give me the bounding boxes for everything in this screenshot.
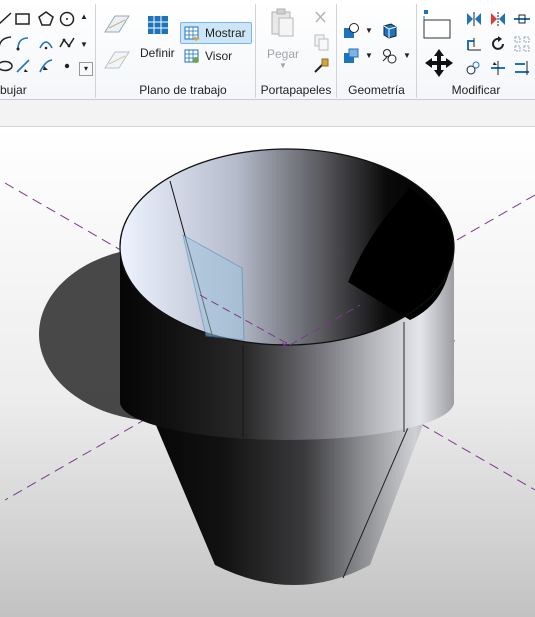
spline-icon[interactable] xyxy=(58,34,76,52)
panel-portapapeles: Pegar ▼ Portapapeles xyxy=(256,0,336,99)
pick-curve-icon[interactable] xyxy=(37,57,55,75)
pegar-dropdown[interactable]: ▼ xyxy=(279,61,287,70)
move-icon[interactable] xyxy=(424,48,454,78)
polygon-icon[interactable] xyxy=(37,10,55,28)
mostrar-label: Mostrar xyxy=(205,26,246,40)
panel-label-portapapeles: Portapapeles xyxy=(260,83,332,97)
point-icon[interactable] xyxy=(58,57,76,75)
pick-lines-icon[interactable] xyxy=(14,57,32,75)
cut-icon xyxy=(312,9,330,27)
definir-button[interactable]: Definir xyxy=(140,46,175,60)
ribbon: ▲ ▼ ▾ bujar Definir Mostrar Visor Plano … xyxy=(0,0,535,100)
gallery-expand[interactable]: ▾ xyxy=(79,62,93,76)
options-bar xyxy=(0,100,535,127)
set-workplane-icon[interactable] xyxy=(101,10,131,40)
rectangle-icon[interactable] xyxy=(14,10,32,28)
arc-center-icon[interactable] xyxy=(37,34,55,52)
rotate-icon[interactable] xyxy=(489,35,507,53)
origin-marker: × xyxy=(281,338,288,352)
split-face-dropdown[interactable]: ▼ xyxy=(403,51,411,60)
panel-modificar: Modificar xyxy=(417,0,535,99)
line-icon[interactable] xyxy=(0,10,14,28)
wall-joins-icon[interactable] xyxy=(381,22,399,40)
pegar-button[interactable]: Pegar xyxy=(267,47,299,61)
split-element-icon[interactable] xyxy=(489,59,507,77)
array-icon[interactable] xyxy=(513,35,531,53)
panel-plano-de-trabajo: Definir Mostrar Visor Plano de trabajo xyxy=(96,0,270,99)
copy-modify-icon[interactable] xyxy=(465,59,483,77)
panel-label-dibujar: bujar xyxy=(0,83,27,97)
paste-icon xyxy=(269,8,295,38)
mirror-pick-axis-icon[interactable] xyxy=(489,10,507,28)
arc-icon[interactable] xyxy=(0,34,14,52)
arc-tangent-icon[interactable] xyxy=(14,34,32,52)
3d-viewport[interactable]: × xyxy=(0,127,535,617)
gallery-scroll-up[interactable]: ▲ xyxy=(80,12,88,21)
definir-grid-icon[interactable] xyxy=(146,13,170,37)
cut-geometry-icon[interactable] xyxy=(342,22,360,40)
split-face-icon[interactable] xyxy=(381,47,399,65)
ellipse-icon[interactable] xyxy=(0,57,14,75)
join-geometry-dropdown[interactable]: ▼ xyxy=(365,51,373,60)
edit-workplane-icon[interactable] xyxy=(101,46,131,76)
copy-icon xyxy=(312,33,330,51)
visor-button[interactable]: Visor xyxy=(205,49,232,63)
gallery-scroll-down[interactable]: ▼ xyxy=(80,40,88,49)
panel-label-plano: Plano de trabajo xyxy=(139,83,227,97)
trim-extend-icon[interactable] xyxy=(465,35,483,53)
modify-select-icon[interactable] xyxy=(422,8,452,40)
panel-label-geometria: Geometría xyxy=(348,83,405,97)
offset-icon[interactable] xyxy=(513,10,531,28)
mostrar-button[interactable]: Mostrar xyxy=(180,22,252,44)
panel-geometria: ▼ ▼ ▼ Geometría xyxy=(337,0,416,99)
panel-label-modificar: Modificar xyxy=(451,83,501,97)
align-icon[interactable] xyxy=(465,10,483,28)
visor-icon[interactable] xyxy=(183,47,201,65)
show-workplane-icon xyxy=(183,24,201,42)
circle-icon[interactable] xyxy=(58,10,76,28)
scale-icon[interactable] xyxy=(513,59,531,77)
cut-geometry-dropdown[interactable]: ▼ xyxy=(365,26,373,35)
model-canvas[interactable]: × xyxy=(0,127,535,617)
match-properties-icon[interactable] xyxy=(312,57,330,75)
join-geometry-icon[interactable] xyxy=(342,47,360,65)
panel-dibujar: ▲ ▼ ▾ bujar xyxy=(0,0,95,99)
